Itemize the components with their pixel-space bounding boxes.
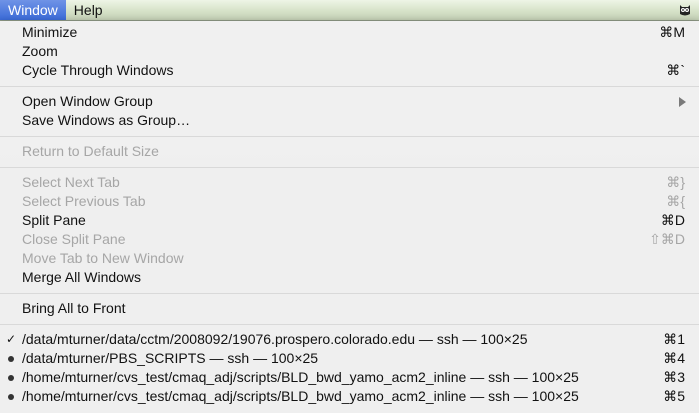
menu-item-select-next-tab: Select Next Tab ⌘} [22, 174, 685, 190]
menu-item-split-pane[interactable]: Split Pane ⌘D [0, 211, 699, 230]
menu-item-select-previous-tab: Select Previous Tab ⌘{ [22, 193, 685, 209]
window-list-item[interactable]: /data/mturner/PBS_SCRIPTS — ssh — 100×25… [0, 349, 699, 368]
shortcut-close-split-pane: ⇧⌘D [649, 231, 685, 247]
window-list-item[interactable]: ✓ /data/mturner/data/cctm/2008092/19076.… [0, 330, 699, 349]
submenu-arrow-icon [679, 97, 686, 107]
window-shortcut: ⌘5 [663, 388, 685, 404]
window-list-item[interactable]: /home/mturner/cvs_test/cmaq_adj/scripts/… [0, 368, 699, 387]
bullet-icon [8, 375, 14, 381]
menu-item-close-split-pane: Close Split Pane ⇧⌘D [22, 231, 685, 247]
menu-item-bring-all-front[interactable]: Bring All to Front [0, 299, 699, 318]
shortcut-previous-tab: ⌘{ [666, 193, 685, 209]
menu-item-open-window-group[interactable]: Open Window Group [0, 92, 699, 111]
menu-item-cycle-windows[interactable]: Cycle Through Windows ⌘` [0, 61, 699, 80]
menu-item-move-tab-new-window: Move Tab to New Window [22, 250, 184, 266]
shortcut-split-pane: ⌘D [660, 212, 685, 228]
menu-window[interactable]: Window [0, 0, 66, 20]
owl-icon[interactable] [677, 2, 693, 18]
menu-bar: Window Help [0, 0, 699, 21]
menu-item-minimize[interactable]: Minimize ⌘M [0, 23, 699, 42]
bullet-icon [8, 356, 14, 362]
separator [0, 293, 699, 294]
separator [0, 324, 699, 325]
shortcut-minimize: ⌘M [659, 24, 685, 40]
menu-item-zoom[interactable]: Zoom [0, 42, 699, 61]
menu-help[interactable]: Help [66, 0, 111, 20]
window-list-item[interactable]: /home/mturner/cvs_test/cmaq_adj/scripts/… [0, 387, 699, 406]
separator [0, 86, 699, 87]
menu-item-return-default-size: Return to Default Size [22, 143, 159, 159]
window-shortcut: ⌘3 [663, 369, 685, 385]
checkmark-icon: ✓ [6, 332, 17, 346]
shortcut-cycle-windows: ⌘` [666, 62, 685, 78]
window-menu-dropdown: Minimize ⌘M Zoom Cycle Through Windows ⌘… [0, 21, 699, 413]
separator [0, 167, 699, 168]
shortcut-next-tab: ⌘} [666, 174, 685, 190]
window-shortcut: ⌘1 [663, 331, 685, 347]
separator [0, 136, 699, 137]
menu-item-save-windows-group[interactable]: Save Windows as Group… [0, 111, 699, 130]
menu-item-merge-all-windows[interactable]: Merge All Windows [0, 268, 699, 287]
window-shortcut: ⌘4 [663, 350, 685, 366]
bullet-icon [8, 394, 14, 400]
